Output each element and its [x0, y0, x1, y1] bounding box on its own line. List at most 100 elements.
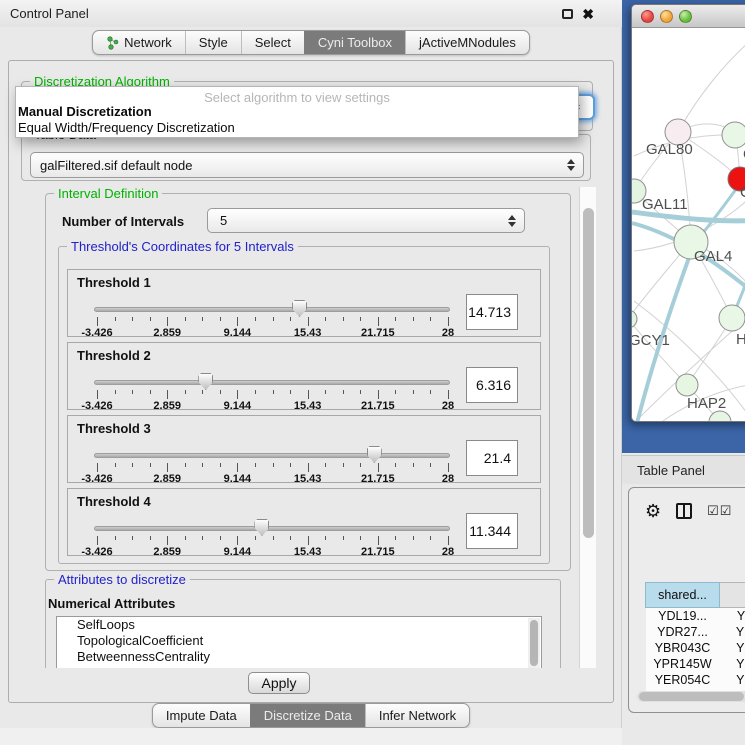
network-node[interactable]: [722, 122, 745, 148]
tab-label: Style: [199, 35, 228, 50]
control-panel: Control Panel ✖ NetworkStyleSelectCyni T…: [0, 0, 622, 745]
network-node-label: GAL11: [642, 196, 688, 213]
tick-label: 9.144: [224, 327, 252, 339]
attributes-scrollbar-thumb[interactable]: [530, 620, 538, 666]
table-panel-title: Table Panel: [637, 463, 705, 478]
table-column-header[interactable]: shared...: [646, 583, 720, 608]
tick-label: 21.715: [361, 546, 395, 558]
slider-track[interactable]: [94, 380, 450, 385]
network-edge[interactable]: [678, 36, 745, 132]
mac-zoom-icon[interactable]: [679, 10, 692, 23]
threshold-value-field[interactable]: 14.713: [466, 294, 518, 330]
mac-close-icon[interactable]: [641, 10, 654, 23]
table-cell[interactable]: YDR27...: [646, 624, 720, 640]
tab-cyni-toolbox[interactable]: Cyni Toolbox: [304, 31, 405, 54]
algorithm-dropdown-popup: Select algorithm to view settings Manual…: [15, 86, 579, 138]
tab-impute-data[interactable]: Impute Data: [153, 704, 250, 727]
tab-select[interactable]: Select: [241, 31, 304, 54]
close-icon[interactable]: ✖: [582, 8, 594, 20]
tick-label: 2.859: [153, 546, 181, 558]
tick-label: 2.859: [153, 473, 181, 485]
node-table[interactable]: shared...na YDL19...YDL1YDR27...YDR2YBR0…: [637, 535, 745, 698]
table-row[interactable]: YBR043CYBR0: [646, 640, 745, 656]
top-tabbar: Network Style SelectCyni ToolboxjActiveMNo…: [92, 30, 530, 55]
attribute-items: SelfLoopsTopologicalCoefficientBetweenne…: [57, 617, 541, 665]
table-column-header[interactable]: na: [720, 583, 745, 608]
threshold-label: Threshold 3: [77, 421, 151, 436]
attribute-item[interactable]: BetweennessCentrality: [57, 649, 541, 665]
table-cell[interactable]: YBR043C: [646, 640, 720, 656]
table-hscrollbar-thumb[interactable]: [639, 692, 744, 701]
checkboxes-icon[interactable]: ☑☑: [707, 503, 732, 519]
number-of-intervals-combobox[interactable]: 5: [207, 208, 525, 233]
mac-minimize-icon[interactable]: [660, 10, 673, 23]
slider-thumb[interactable]: [254, 519, 269, 536]
gear-icon[interactable]: ⚙: [645, 502, 661, 520]
numerical-attributes-list[interactable]: SelfLoopsTopologicalCoefficientBetweenne…: [56, 616, 542, 668]
table-data-combobox[interactable]: galFiltered.sif default node: [30, 152, 584, 178]
table-cell[interactable]: YPR145W: [646, 656, 720, 672]
table-row[interactable]: YDL19...YDL1: [646, 608, 745, 625]
float-window-icon[interactable]: [562, 9, 573, 19]
slider-thumb[interactable]: [198, 373, 213, 390]
table-panel-header: Table Panel: [622, 455, 745, 484]
attributes-scrollbar[interactable]: [528, 618, 540, 668]
table-cell[interactable]: YDR2: [720, 624, 745, 640]
threshold-value-field[interactable]: 11.344: [466, 513, 518, 549]
tab-network[interactable]: Network: [93, 31, 185, 54]
apply-button[interactable]: Apply: [248, 672, 310, 694]
table-row[interactable]: YER054CYER0: [646, 672, 745, 688]
tick-label: -3.426: [81, 400, 112, 412]
interval-definition-title: Interval Definition: [54, 187, 162, 201]
table-cell[interactable]: YDL19...: [646, 608, 720, 625]
slider-tick-labels: -3.4262.8599.14415.4321.71528: [94, 400, 450, 412]
network-node[interactable]: [676, 374, 698, 396]
slider-track[interactable]: [94, 307, 450, 312]
settings-scrollbar[interactable]: [579, 187, 596, 668]
threshold-value-field[interactable]: 6.316: [466, 367, 518, 403]
threshold-label: Threshold 2: [77, 348, 151, 363]
table-cell[interactable]: YDL1: [720, 608, 745, 625]
slider-thumb[interactable]: [292, 300, 307, 317]
attribute-item[interactable]: SelfLoops: [57, 617, 541, 633]
tab-label: Infer Network: [379, 708, 456, 723]
table-cell[interactable]: YPR1: [720, 656, 745, 672]
slider-ticks: [94, 463, 450, 472]
network-canvas[interactable]: GAL80GACGAL11GAL4GCY1HHAP2: [632, 28, 745, 422]
tick-label: 2.859: [153, 327, 181, 339]
table-hscrollbar[interactable]: [637, 691, 745, 702]
threshold-value-field[interactable]: 21.4: [466, 440, 518, 476]
table-cell[interactable]: YER0: [720, 672, 745, 688]
settings-scrollbar-thumb[interactable]: [583, 208, 594, 538]
slider-thumb[interactable]: [367, 446, 382, 463]
tick-label: 28: [442, 473, 454, 485]
threshold-panel-4: Threshold 4-3.4262.8599.14415.4321.71528…: [67, 488, 541, 556]
slider-track[interactable]: [94, 453, 450, 458]
slider-track[interactable]: [94, 526, 450, 531]
attributes-group-title: Attributes to discretize: [54, 572, 190, 587]
table-row[interactable]: YPR145WYPR1: [646, 656, 745, 672]
network-edge[interactable]: [632, 319, 687, 385]
top-tab-row: Network Style SelectCyni ToolboxjActiveMNo…: [0, 30, 622, 55]
tick-label: 15.43: [294, 473, 322, 485]
tick-label: -3.426: [81, 327, 112, 339]
algorithm-option[interactable]: Equal Width/Frequency Discretization: [16, 119, 578, 135]
tab-jactivemnodules[interactable]: jActiveMNodules: [405, 31, 529, 54]
thresholds-group-title: Threshold's Coordinates for 5 Intervals: [67, 239, 298, 254]
attribute-item[interactable]: TopologicalCoefficient: [57, 633, 541, 649]
table-cell[interactable]: YER054C: [646, 672, 720, 688]
network-node[interactable]: [719, 305, 745, 331]
tab-label: Discretize Data: [264, 708, 352, 723]
network-node[interactable]: [632, 310, 637, 328]
algorithm-option[interactable]: Manual Discretization: [16, 103, 578, 119]
network-edge-thick[interactable]: [632, 212, 745, 221]
tab-discretize-data[interactable]: Discretize Data: [250, 704, 365, 727]
slider-tick-labels: -3.4262.8599.14415.4321.71528: [94, 546, 450, 558]
bottom-tabbar: Impute Data Discretize Data Infer Network: [152, 703, 470, 728]
table-row[interactable]: YDR27...YDR2: [646, 624, 745, 640]
columns-icon[interactable]: [676, 503, 692, 519]
tab-style[interactable]: Style: [185, 31, 241, 54]
tab-infer-network[interactable]: Infer Network: [365, 704, 469, 727]
table-cell[interactable]: YBR0: [720, 640, 745, 656]
settings-scroll-viewport: Interval Definition Number of Intervals …: [17, 187, 587, 668]
